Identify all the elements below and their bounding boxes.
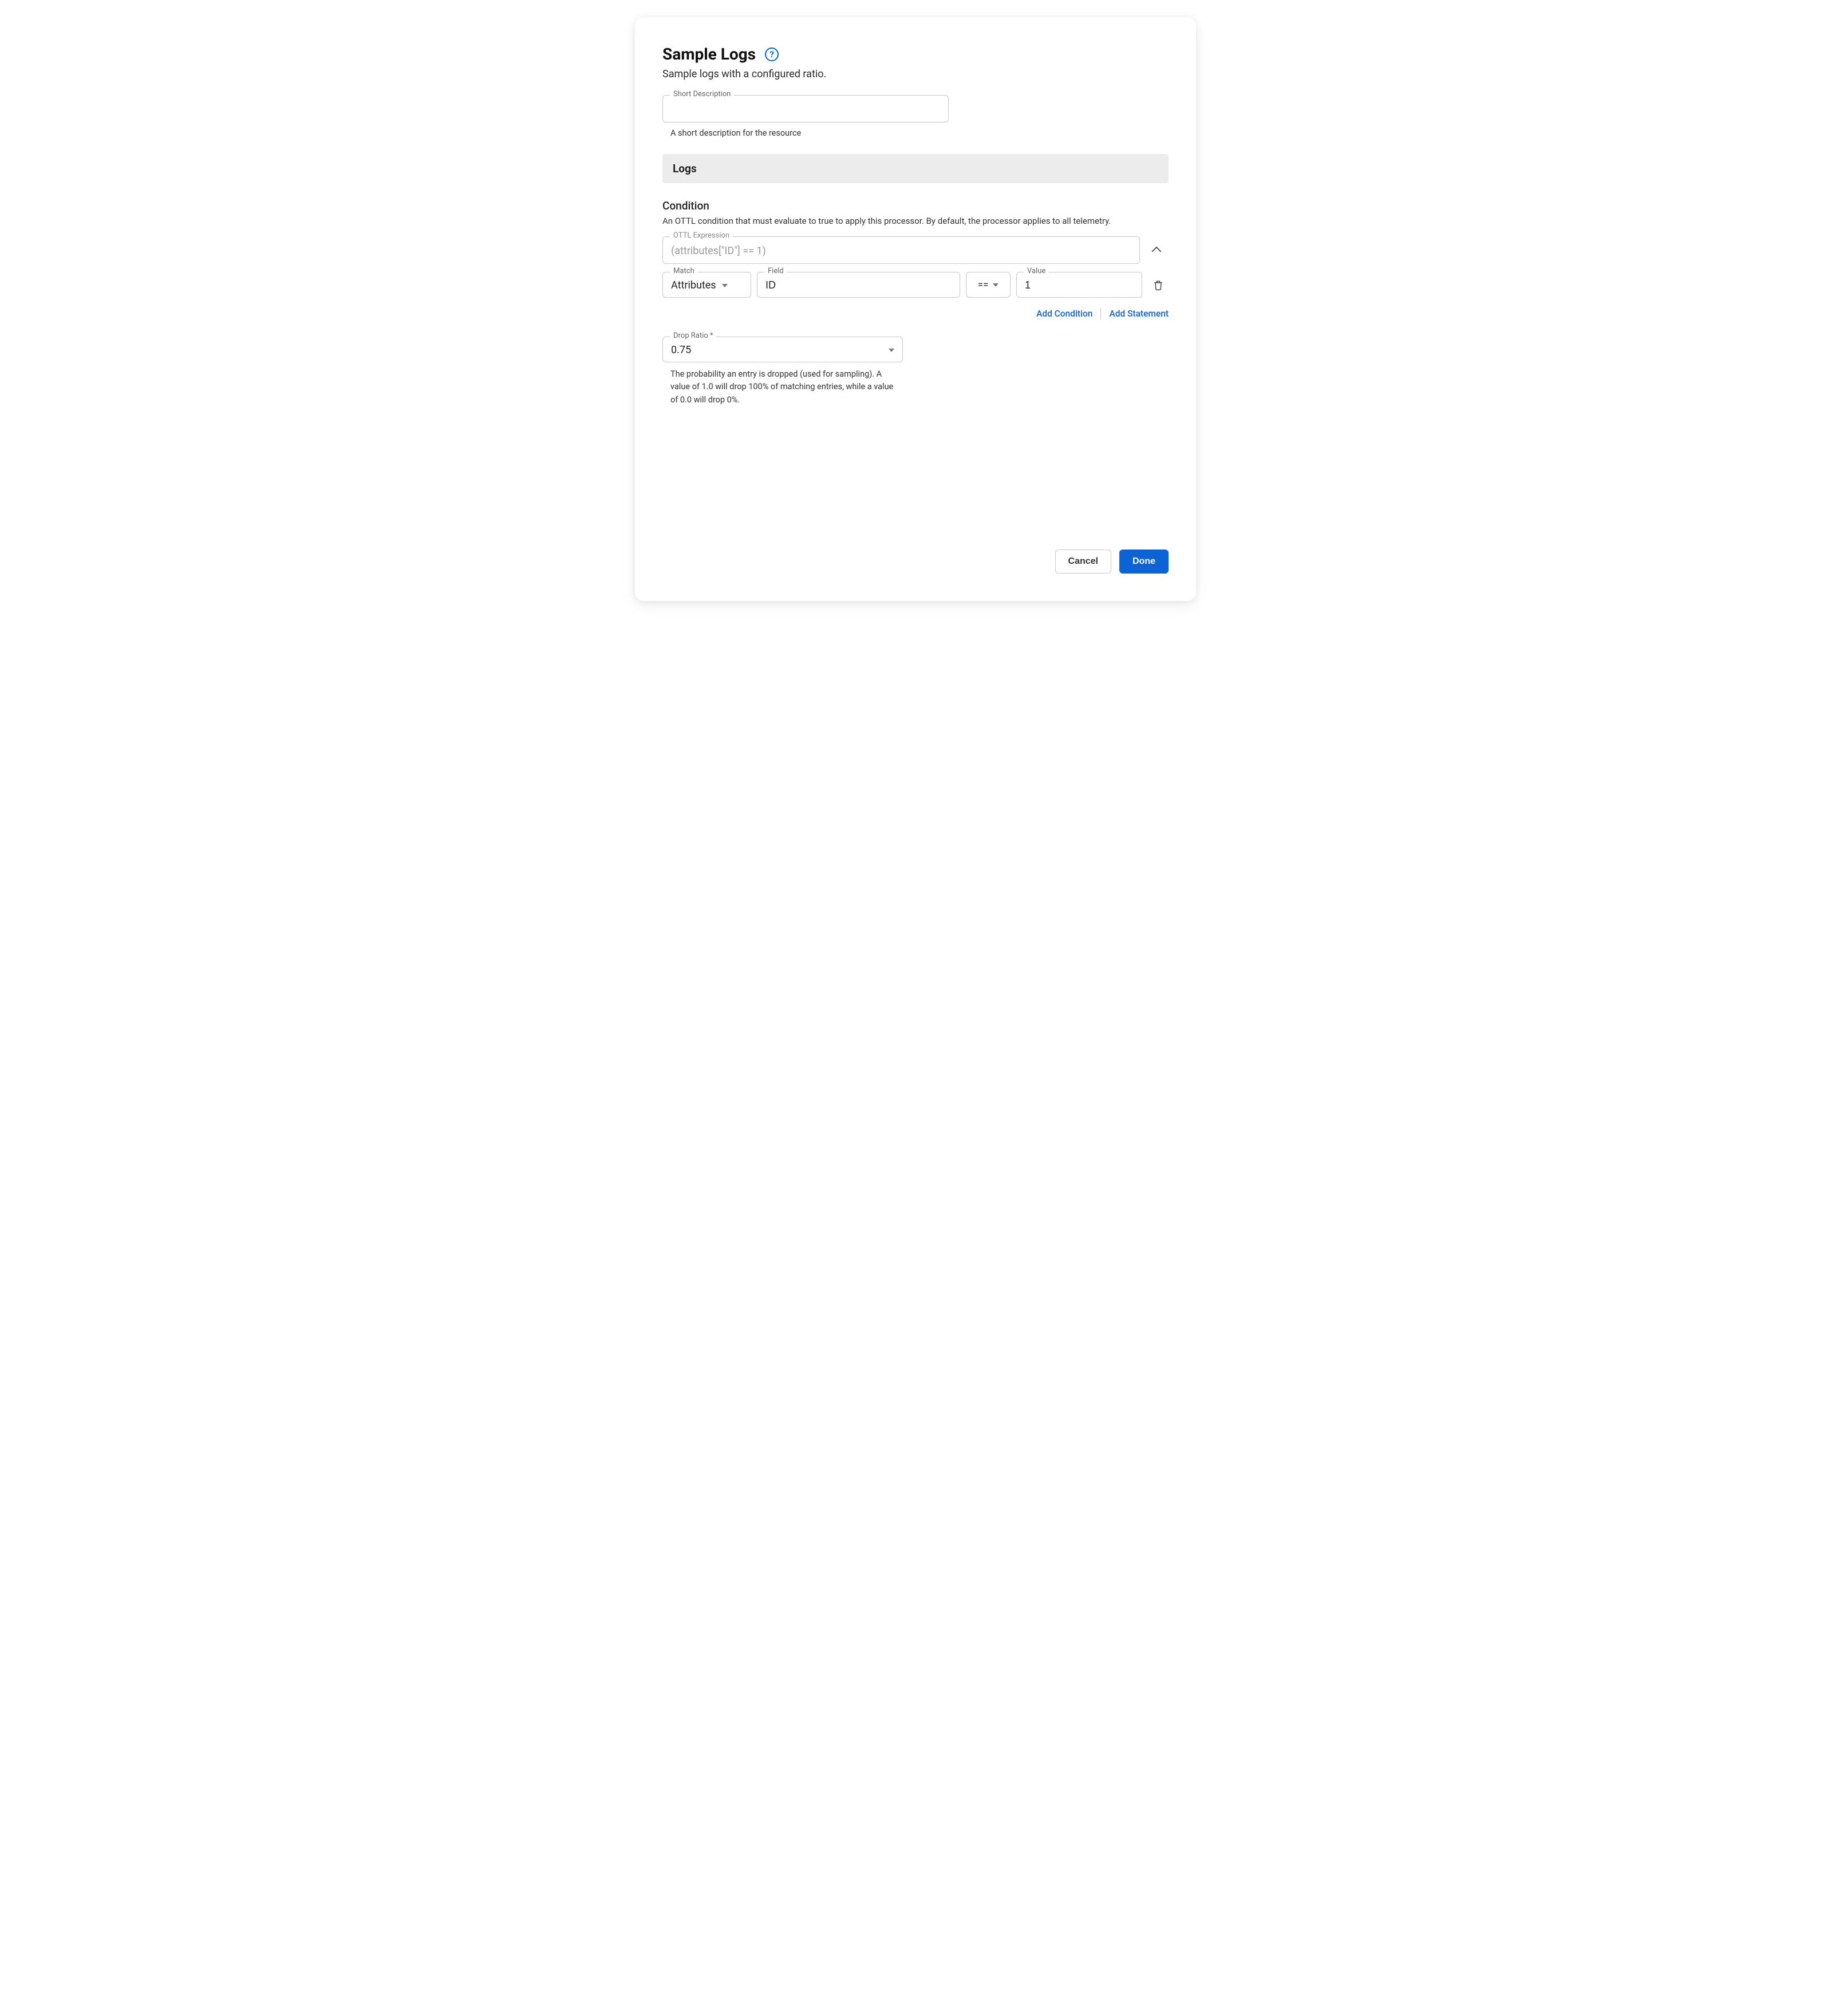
chevron-up-icon: [1151, 247, 1161, 256]
condition-description: An OTTL condition that must evaluate to …: [662, 216, 1169, 226]
field-input-wrap: Field: [757, 272, 960, 298]
caret-down-icon: [889, 349, 894, 352]
short-description-field: Short Description: [662, 95, 949, 122]
separator: [1100, 308, 1101, 319]
ottl-expression-field[interactable]: OTTL Expression (attributes["ID"] == 1): [662, 236, 1140, 264]
add-condition-link[interactable]: Add Condition: [1036, 309, 1092, 319]
help-icon[interactable]: ?: [765, 48, 779, 61]
config-card: Sample Logs ? Sample logs with a configu…: [635, 17, 1196, 601]
match-select[interactable]: Match Attributes: [662, 272, 751, 298]
caret-down-icon: [722, 284, 728, 287]
match-label: Match: [670, 267, 698, 275]
ottl-expression-value: (attributes["ID"] == 1): [671, 245, 766, 257]
cancel-button[interactable]: Cancel: [1055, 550, 1111, 574]
short-description-label: Short Description: [670, 90, 734, 98]
value-label: Value: [1024, 267, 1049, 275]
done-button[interactable]: Done: [1119, 550, 1169, 574]
condition-heading: Condition: [662, 199, 1169, 212]
collapse-toggle[interactable]: [1147, 236, 1169, 264]
condition-action-links: Add Condition Add Statement: [662, 308, 1169, 319]
drop-ratio-helper: The probability an entry is dropped (use…: [670, 368, 899, 406]
footer-actions: Cancel Done: [662, 527, 1169, 574]
condition-builder-row: Match Attributes Field == Value: [662, 272, 1169, 298]
page-subtitle: Sample logs with a configured ratio.: [662, 68, 1169, 80]
drop-ratio-select[interactable]: Drop Ratio * 0.75: [662, 337, 903, 362]
operator-select[interactable]: ==: [966, 272, 1011, 298]
short-description-group: Short Description A short description fo…: [662, 95, 949, 138]
value-input[interactable]: [1025, 279, 1134, 291]
caret-down-icon: [993, 283, 999, 287]
drop-ratio-group: Drop Ratio * 0.75 The probability an ent…: [662, 337, 903, 406]
match-value: Attributes: [671, 279, 716, 291]
field-input[interactable]: [765, 279, 952, 291]
page-title: Sample Logs: [662, 45, 756, 64]
operator-value: ==: [978, 279, 989, 291]
expression-row: OTTL Expression (attributes["ID"] == 1): [662, 236, 1169, 264]
delete-condition-button[interactable]: [1148, 272, 1169, 298]
header-row: Sample Logs ?: [662, 45, 1169, 64]
trash-icon: [1153, 279, 1164, 291]
logs-section-bar: Logs: [662, 154, 1169, 183]
short-description-input[interactable]: [663, 96, 948, 122]
field-label: Field: [764, 267, 787, 275]
value-input-wrap: Value: [1016, 272, 1142, 298]
short-description-helper: A short description for the resource: [670, 128, 949, 138]
drop-ratio-value: 0.75: [671, 344, 691, 356]
drop-ratio-label: Drop Ratio *: [670, 331, 716, 340]
add-statement-link[interactable]: Add Statement: [1109, 309, 1169, 319]
ottl-expression-label: OTTL Expression: [670, 231, 733, 240]
